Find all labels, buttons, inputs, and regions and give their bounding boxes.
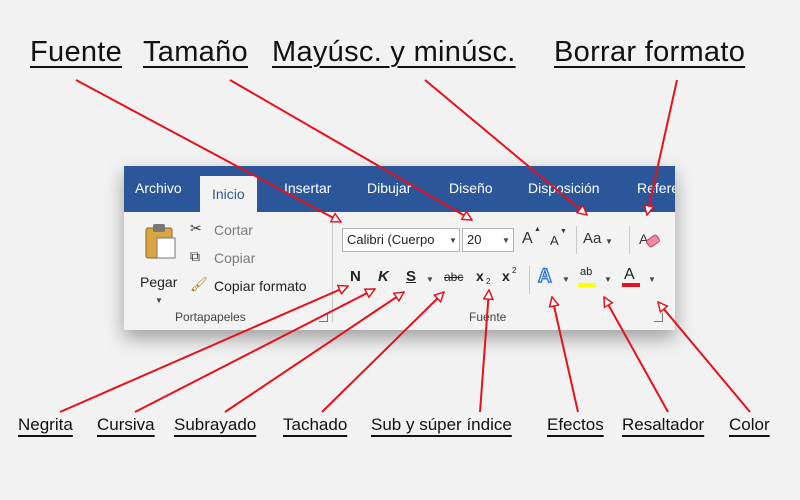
callout-sub-super-indice: Sub y súper índice (371, 415, 512, 434)
callout-tachado: Tachado (283, 415, 348, 434)
arrow-tamano (229, 79, 472, 221)
arrow-borrar (647, 79, 678, 215)
callout-negrita: Negrita (18, 415, 73, 434)
callout-cursiva: Cursiva (97, 415, 155, 434)
callout-color: Color (729, 415, 770, 434)
arrow-color (658, 302, 751, 413)
callout-efectos: Efectos (547, 415, 604, 434)
arrow-cursiva (134, 288, 375, 413)
arrow-fuente (75, 79, 341, 223)
callout-subrayado: Subrayado (174, 415, 257, 434)
arrow-efectos (552, 297, 579, 413)
arrow-tachado (321, 292, 444, 413)
callout-resaltador: Resaltador (622, 415, 705, 434)
arrow-mayusc (424, 79, 587, 215)
arrow-negrita (59, 286, 348, 413)
arrow-indice (479, 290, 489, 413)
arrow-resaltador (603, 297, 669, 413)
